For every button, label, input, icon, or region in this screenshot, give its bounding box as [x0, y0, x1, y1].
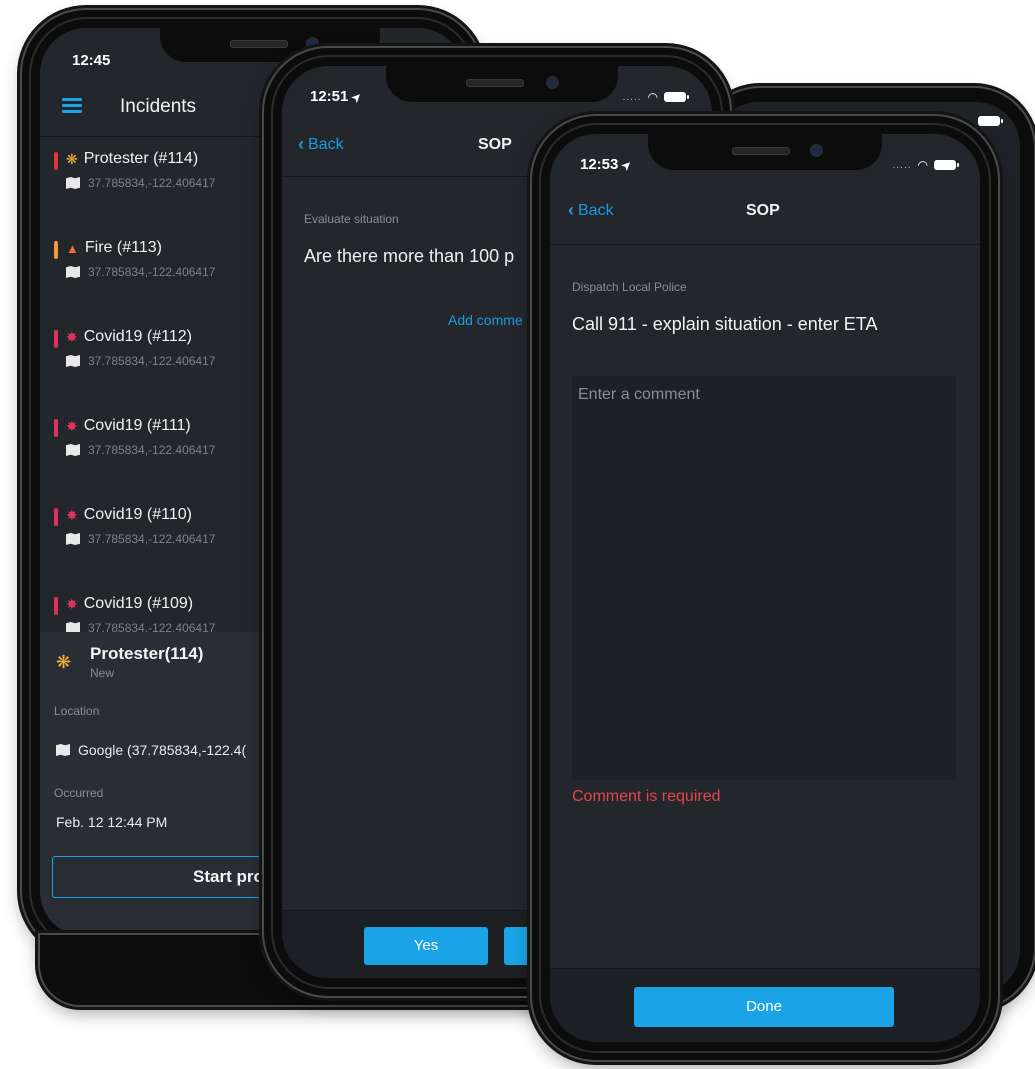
priority-bar [54, 419, 58, 437]
wifi-icon: ◠ [647, 90, 658, 104]
chevron-left-icon: ‹ [568, 200, 574, 220]
incident-title: ✸ Covid19 (#111) [66, 417, 191, 434]
incident-coords: 37.785834,-122.406417 [66, 176, 215, 190]
incident-title: ✸ Covid19 (#110) [66, 506, 192, 523]
detail-status: New [90, 666, 115, 680]
people-icon: ❋ [66, 150, 78, 167]
camera [546, 76, 559, 89]
incident-coords: 37.785834,-122.406417 [66, 265, 215, 279]
location-label: Location [54, 704, 100, 718]
priority-bar [54, 152, 58, 170]
question-text: Are there more than 100 p [304, 246, 515, 266]
location-arrow-icon: ➤ [349, 90, 365, 106]
page-title: SOP [478, 136, 512, 153]
virus-icon: ✸ [66, 506, 78, 523]
map-icon [66, 177, 80, 189]
battery-icon [978, 116, 1003, 126]
status-time: 12:51➤ [310, 88, 365, 106]
location-arrow-icon: ➤ [619, 158, 635, 174]
flame-icon: ▲ [66, 240, 79, 256]
incident-coords: 37.785834,-122.406417 [66, 532, 215, 546]
map-icon [56, 744, 70, 756]
wifi-icon: ◠ [917, 158, 928, 172]
map-icon [66, 355, 80, 367]
incident-title: ▲ Fire (#113) [66, 239, 162, 256]
status-icons: ..... ◠ [892, 158, 959, 172]
virus-icon: ✸ [66, 595, 78, 612]
status-icons [978, 116, 1003, 126]
error-message: Comment is required [572, 788, 721, 805]
notch [386, 66, 618, 102]
speaker [732, 147, 790, 155]
priority-bar [54, 330, 58, 348]
map-icon [66, 266, 80, 278]
speaker [466, 79, 524, 87]
occurred-value: Feb. 12 12:44 PM [56, 814, 168, 830]
incident-coords: 37.785834,-122.406417 [66, 354, 215, 368]
camera [810, 144, 823, 157]
done-button[interactable]: Done [634, 987, 894, 1027]
bottom-bar: Done [550, 968, 980, 1042]
page-title: SOP [746, 202, 780, 219]
people-icon: ❋ [56, 652, 72, 672]
location-value[interactable]: Google (37.785834,-122.4( [56, 742, 246, 758]
virus-icon: ✸ [66, 328, 78, 345]
priority-bar [54, 597, 58, 615]
battery-icon [934, 160, 959, 170]
signal-icon: ..... [622, 91, 642, 103]
back-button[interactable]: ‹ Back [568, 200, 614, 221]
speaker [230, 40, 288, 48]
priority-bar [54, 508, 58, 526]
map-icon [66, 533, 80, 545]
add-comment-link[interactable]: Add comme [448, 312, 523, 328]
notch [648, 134, 882, 170]
incident-title: ✸ Covid19 (#109) [66, 595, 194, 612]
detail-name: Protester(114) [90, 644, 204, 663]
chevron-left-icon: ‹ [298, 134, 304, 154]
sop-navbar: ‹ Back SOP [550, 182, 980, 245]
status-icons: ..... ◠ [622, 90, 689, 104]
sop-comment-screen: 12:53➤ ..... ◠ ‹ Back SOP Dispatch Local… [550, 134, 980, 1042]
instruction-text: Call 911 - explain situation - enter ETA [572, 314, 878, 334]
incident-title: ✸ Covid19 (#112) [66, 328, 192, 345]
yes-button[interactable]: Yes [364, 927, 488, 965]
back-button[interactable]: ‹ Back [298, 134, 344, 155]
battery-icon [664, 92, 689, 102]
hamburger-menu-icon[interactable] [62, 98, 82, 114]
incident-coords: 37.785834,-122.406417 [66, 443, 215, 457]
comment-textarea[interactable]: Enter a comment [572, 376, 956, 780]
section-label: Evaluate situation [304, 212, 399, 226]
section-label: Dispatch Local Police [572, 280, 687, 294]
incident-title: ❋ Protester (#114) [66, 150, 199, 167]
phone-frame-sop-comment: 12:53➤ ..... ◠ ‹ Back SOP Dispatch Local… [532, 116, 998, 1060]
page-title: Incidents [120, 96, 197, 117]
map-icon [66, 444, 80, 456]
status-time: 12:53➤ [580, 156, 635, 174]
occurred-label: Occurred [54, 786, 104, 800]
status-time: 12:45 [72, 52, 111, 69]
signal-icon: ..... [892, 159, 912, 171]
virus-icon: ✸ [66, 417, 78, 434]
priority-bar [54, 241, 58, 259]
